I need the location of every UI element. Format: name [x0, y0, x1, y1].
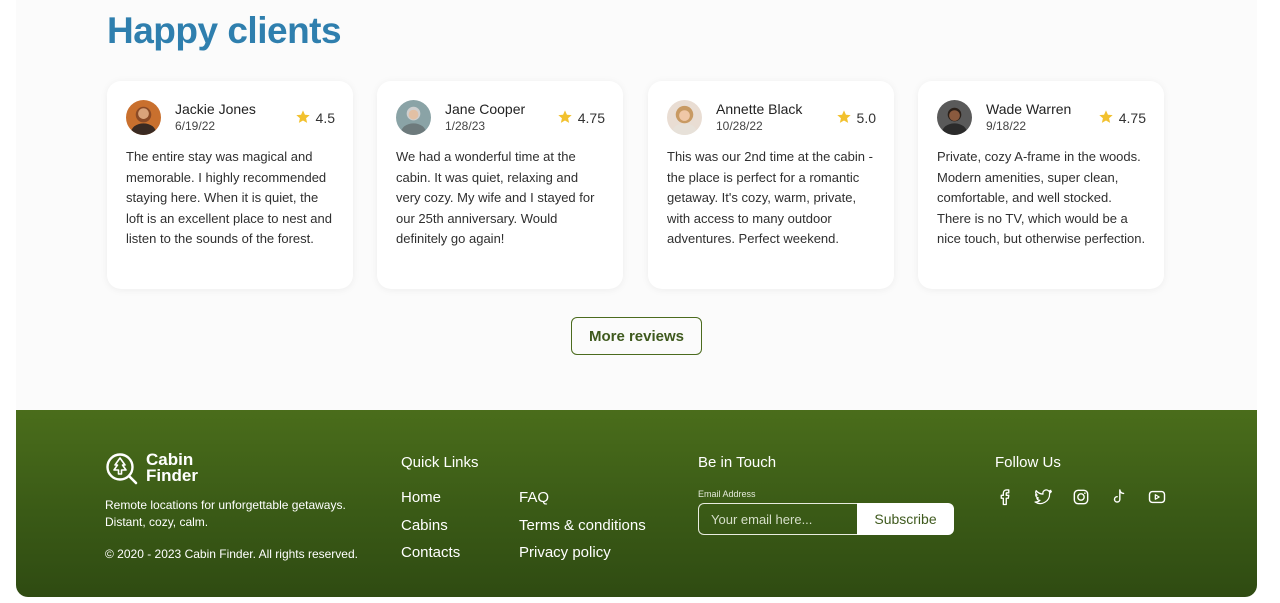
review-card: Jackie Jones 6/19/22 4.5 The entire stay…: [107, 81, 353, 289]
rating: 4.5: [295, 109, 335, 126]
link-cabins[interactable]: Cabins: [401, 517, 448, 534]
cabin-finder-logo-icon: [106, 453, 138, 485]
footer: Cabin Finder Remote locations for unforg…: [16, 410, 1257, 597]
review-text: Private, cozy A-frame in the woods. Mode…: [937, 149, 1146, 247]
rating: 5.0: [836, 109, 876, 126]
youtube-icon[interactable]: [1147, 487, 1167, 507]
rating-value: 5.0: [856, 110, 876, 126]
star-icon: [1099, 110, 1113, 123]
brand-name-line2: Finder: [146, 466, 198, 485]
link-faq[interactable]: FAQ: [519, 489, 549, 506]
link-contacts[interactable]: Contacts: [401, 544, 460, 561]
copyright: © 2020 - 2023 Cabin Finder. All rights r…: [105, 547, 358, 561]
brand-name: Cabin Finder: [146, 451, 266, 485]
be-in-touch-title: Be in Touch: [698, 454, 777, 471]
review-text: The entire stay was magical and memorabl…: [126, 149, 332, 247]
review-header: Annette Black 10/28/22 5.0: [667, 100, 876, 137]
avatar: [937, 100, 972, 135]
rating-value: 4.75: [577, 110, 605, 126]
follow-us-title: Follow Us: [995, 454, 1061, 471]
instagram-icon[interactable]: [1071, 487, 1091, 507]
tiktok-icon[interactable]: [1109, 487, 1129, 507]
avatar: [396, 100, 431, 135]
review-date: 10/28/22: [716, 119, 763, 133]
star-icon: [836, 110, 851, 123]
reviewer-name: Jane Cooper: [445, 101, 526, 117]
reviewer-name: Annette Black: [716, 101, 803, 117]
link-home[interactable]: Home: [401, 489, 441, 506]
review-text: We had a wonderful time at the cabin. It…: [396, 149, 595, 247]
avatar: [667, 100, 702, 135]
review-date: 1/28/23: [445, 119, 486, 133]
avatar: [126, 100, 161, 135]
review-card: Wade Warren 9/18/22 4.75 Private, cozy A…: [918, 81, 1164, 289]
rating: 4.75: [557, 109, 605, 126]
review-text: This was our 2nd time at the cabin - the…: [667, 149, 873, 247]
reviewer-name: Jackie Jones: [175, 101, 256, 117]
reviewer-name: Wade Warren: [986, 101, 1072, 117]
facebook-icon[interactable]: [995, 487, 1015, 507]
review-header: Jane Cooper 1/28/23 4.75: [396, 100, 605, 137]
email-input[interactable]: [698, 503, 858, 535]
email-label: Email Address: [698, 489, 756, 499]
review-header: Wade Warren 9/18/22 4.75: [937, 100, 1146, 137]
review-date: 6/19/22: [175, 119, 216, 133]
page: Happy clients Jackie Jones 6/19/22 4.5 T…: [16, 0, 1257, 597]
review-card: Jane Cooper 1/28/23 4.75 We had a wonder…: [377, 81, 623, 289]
review-date: 9/18/22: [986, 119, 1027, 133]
star-icon: [558, 110, 572, 123]
quick-links-title: Quick Links: [401, 454, 479, 471]
review-header: Jackie Jones 6/19/22 4.5: [126, 100, 335, 137]
tagline: Remote locations for unforgettable getaw…: [105, 498, 346, 529]
review-card: Annette Black 10/28/22 5.0 This was our …: [648, 81, 894, 289]
subscribe-button[interactable]: Subscribe: [857, 503, 954, 535]
twitter-icon[interactable]: [1033, 487, 1053, 507]
more-reviews-button[interactable]: More reviews: [571, 317, 702, 355]
section-title: Happy clients: [107, 10, 342, 51]
link-privacy[interactable]: Privacy policy: [519, 544, 611, 561]
star-icon: [295, 110, 310, 123]
rating: 4.75: [1098, 109, 1146, 126]
reviews-list: Jackie Jones 6/19/22 4.5 The entire stay…: [107, 81, 1167, 289]
rating-value: 4.75: [1118, 110, 1146, 126]
link-terms[interactable]: Terms & conditions: [519, 517, 646, 534]
rating-value: 4.5: [315, 110, 335, 126]
